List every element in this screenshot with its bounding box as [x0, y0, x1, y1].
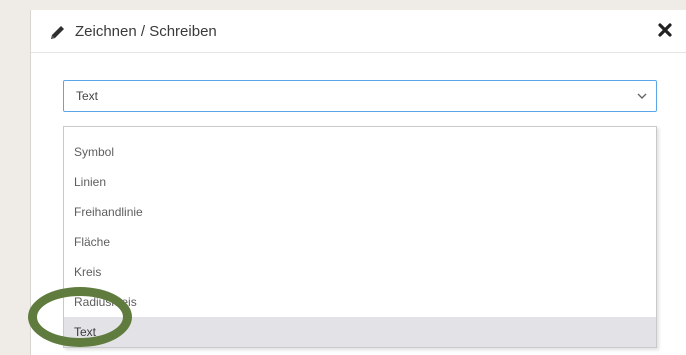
option-label: Kreis [74, 265, 102, 279]
draw-type-dropdown: Symbol Linien Freihandlinie Fläche Kreis… [63, 126, 657, 348]
panel-title: Zeichnen / Schreiben [75, 23, 217, 40]
option-label: Radiuskreis [74, 295, 137, 309]
option-label: Symbol [74, 145, 115, 159]
draw-write-panel: Zeichnen / Schreiben Text Symbol Linien … [30, 10, 686, 355]
option-label: Fläche [74, 235, 111, 249]
option-label: Linien [74, 175, 107, 189]
option-label: Freihandlinie [74, 205, 143, 219]
option-flaeche[interactable]: Fläche [64, 227, 656, 257]
option-freihandlinie[interactable]: Freihandlinie [64, 197, 656, 227]
option-radiuskreis[interactable]: Radiuskreis [64, 287, 656, 317]
panel-header: Zeichnen / Schreiben [31, 10, 686, 53]
option-symbol[interactable]: Symbol [64, 137, 656, 167]
option-label: Text [74, 325, 97, 339]
select-value: Text [76, 89, 99, 103]
option-text[interactable]: Text [64, 317, 656, 347]
close-icon[interactable] [656, 21, 674, 39]
chevron-down-icon[interactable] [636, 91, 648, 101]
option-kreis[interactable]: Kreis [64, 257, 656, 287]
draw-type-select[interactable]: Text [63, 80, 657, 112]
pencil-icon [51, 26, 64, 39]
option-linien[interactable]: Linien [64, 167, 656, 197]
